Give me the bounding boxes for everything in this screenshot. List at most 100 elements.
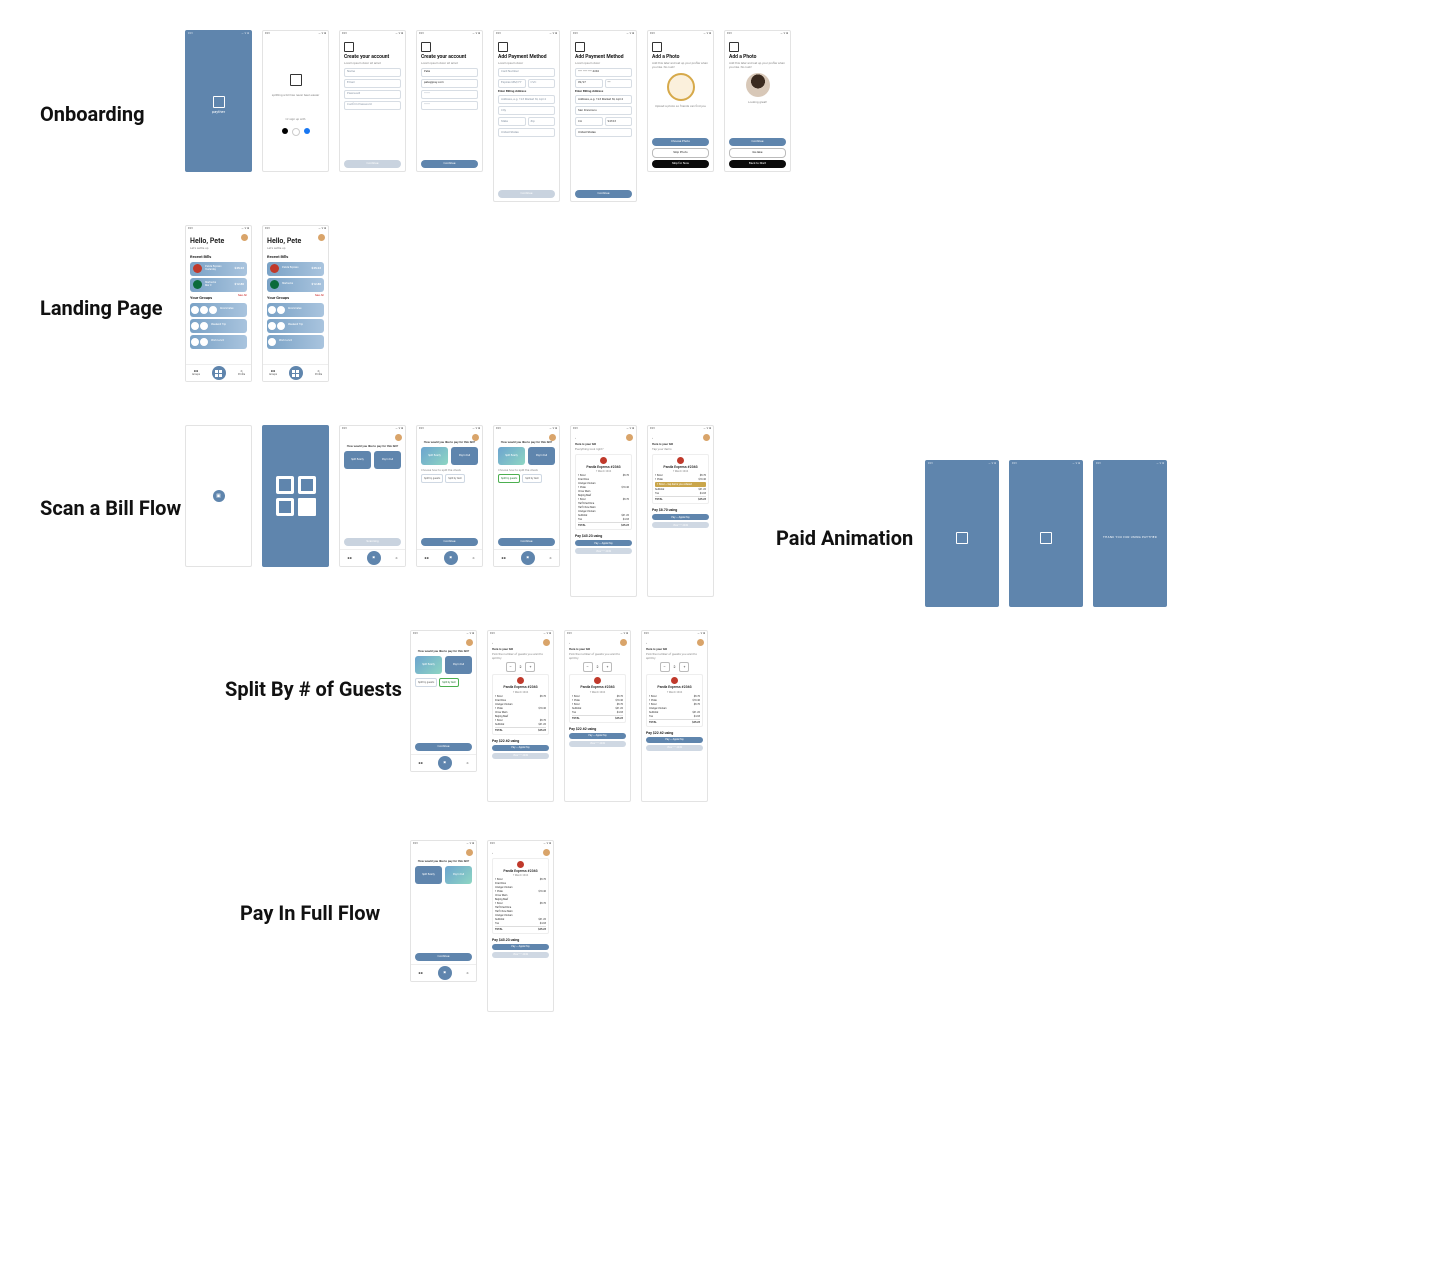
- city-field[interactable]: City: [498, 106, 555, 115]
- confirm-field[interactable]: ••••••: [421, 101, 478, 110]
- guest-minus[interactable]: –: [583, 662, 593, 672]
- pay-full-button[interactable]: Pay In Full: [528, 447, 555, 465]
- address-field[interactable]: Address, e.g. 123 Market St, Apt 4: [575, 95, 632, 104]
- tab-groups[interactable]: ⚉⚉Groups: [192, 370, 200, 376]
- name-field[interactable]: Name: [344, 68, 401, 77]
- applepay-button[interactable]: Pay — Apple Pay: [492, 745, 549, 751]
- tab-scan[interactable]: [212, 366, 226, 380]
- back-button[interactable]: ‹: [569, 642, 626, 646]
- chip-split-item[interactable]: Split by item: [445, 474, 465, 483]
- expiry-field[interactable]: Expires MM/YY: [498, 79, 526, 88]
- bill-card[interactable]: Starbucks$12.80: [267, 278, 324, 292]
- group-card[interactable]: Weekend Trip: [267, 319, 324, 333]
- country-field[interactable]: United States: [498, 128, 555, 137]
- avatar[interactable]: [395, 434, 402, 441]
- tab-profile[interactable]: ⚙Profile: [315, 370, 322, 376]
- group-card[interactable]: Work Lunch: [190, 335, 247, 349]
- line-item[interactable]: 1 Bowl: [655, 474, 663, 477]
- bill-card[interactable]: StarbucksMar 9$12.80: [190, 278, 247, 292]
- email-field[interactable]: Email: [344, 79, 401, 88]
- tab-scan[interactable]: ▣: [521, 551, 535, 565]
- line-item[interactable]: 1 Plate: [655, 478, 663, 481]
- continue-button[interactable]: Continue: [498, 538, 555, 546]
- group-card[interactable]: Roommates: [190, 303, 247, 317]
- cvc-field[interactable]: •••: [605, 79, 633, 88]
- cvc-field[interactable]: CVC: [528, 79, 556, 88]
- back-button[interactable]: ‹: [492, 852, 549, 856]
- tab-profile[interactable]: ⚙: [395, 557, 397, 560]
- chip-split-item[interactable]: Split by item: [439, 678, 459, 687]
- see-all-link[interactable]: See All: [238, 294, 247, 301]
- tab-profile[interactable]: ⚙Profile: [238, 370, 245, 376]
- skip-now-button[interactable]: Skip for Now: [652, 160, 709, 168]
- card-button[interactable]: Visa •••• 4242: [569, 741, 626, 747]
- card-button[interactable]: Visa •••• 4242: [652, 522, 709, 528]
- avatar[interactable]: [472, 434, 479, 441]
- facebook-icon[interactable]: [304, 128, 310, 134]
- state-field[interactable]: CA: [575, 117, 603, 126]
- skip-photo-button[interactable]: Skip Photo: [652, 148, 709, 158]
- continue-button[interactable]: Scanning: [344, 538, 401, 546]
- continue-button[interactable]: Continue: [415, 953, 472, 961]
- cardnumber-field[interactable]: •••• •••• •••• 4242: [575, 68, 632, 77]
- apple-icon[interactable]: [282, 128, 288, 134]
- tab-profile[interactable]: ⚙: [466, 972, 468, 975]
- avatar[interactable]: [703, 434, 710, 441]
- continue-button[interactable]: Continue: [421, 538, 478, 546]
- tab-profile[interactable]: ⚙: [472, 557, 474, 560]
- zip-field[interactable]: Zip: [528, 117, 556, 126]
- avatar[interactable]: [466, 849, 473, 856]
- avatar[interactable]: [543, 639, 550, 646]
- group-card[interactable]: Weekend Trip: [190, 319, 247, 333]
- country-field[interactable]: United States: [575, 128, 632, 137]
- password-field[interactable]: Password: [344, 90, 401, 99]
- tab-groups[interactable]: ⚉⚉: [501, 557, 505, 560]
- avatar[interactable]: [318, 234, 325, 241]
- tab-groups[interactable]: ⚉⚉Groups: [269, 370, 277, 376]
- avatar[interactable]: [620, 639, 627, 646]
- avatar[interactable]: [697, 639, 704, 646]
- group-card[interactable]: Roommates: [267, 303, 324, 317]
- zip-field[interactable]: 94103: [605, 117, 633, 126]
- continue-button[interactable]: Continue: [415, 743, 472, 751]
- state-field[interactable]: State: [498, 117, 526, 126]
- guest-plus[interactable]: +: [525, 662, 535, 672]
- choose-photo-button[interactable]: Choose Photo: [652, 138, 709, 146]
- avatar[interactable]: [626, 434, 633, 441]
- back-start-button[interactable]: Back to Start: [729, 160, 786, 168]
- applepay-button[interactable]: Pay — Apple Pay: [575, 540, 632, 546]
- see-all-link[interactable]: See All: [315, 294, 324, 301]
- continue-button[interactable]: Continue: [729, 138, 786, 146]
- email-field[interactable]: pete@pay.com: [421, 79, 478, 88]
- address-field[interactable]: Address, e.g. 123 Market St, Apt 4: [498, 95, 555, 104]
- tab-scan[interactable]: ▣: [444, 551, 458, 565]
- avatar[interactable]: [241, 234, 248, 241]
- split-evenly-button[interactable]: Split Evenly: [415, 866, 442, 884]
- scan-icon[interactable]: ▣: [213, 490, 225, 502]
- back-button[interactable]: ‹: [492, 642, 549, 646]
- tab-groups[interactable]: ⚉⚉: [418, 762, 422, 765]
- applepay-button[interactable]: Pay — Apple Pay: [652, 514, 709, 520]
- selected-item-highlight[interactable]: 1 Bowl — tap items you ordered: [655, 482, 706, 487]
- chip-split-item[interactable]: Split by item: [522, 474, 542, 483]
- applepay-button[interactable]: Pay — Apple Pay: [492, 944, 549, 950]
- split-evenly-button[interactable]: Split Evenly: [498, 447, 525, 465]
- back-button[interactable]: ‹: [646, 642, 703, 646]
- google-icon[interactable]: [292, 128, 300, 136]
- city-field[interactable]: San Francisco: [575, 106, 632, 115]
- card-button[interactable]: Visa •••• 4242: [575, 548, 632, 554]
- tab-profile[interactable]: ⚙: [549, 557, 551, 560]
- tab-scan[interactable]: ▣: [367, 551, 381, 565]
- confirm-field[interactable]: Confirm Password: [344, 101, 401, 110]
- guest-plus[interactable]: +: [602, 662, 612, 672]
- guest-minus[interactable]: –: [506, 662, 516, 672]
- bill-card[interactable]: Panda ExpressYesterday$45.23: [190, 262, 247, 276]
- tab-scan[interactable]: [289, 366, 303, 380]
- split-evenly-button[interactable]: Split Evenly: [344, 451, 371, 469]
- card-button[interactable]: Visa •••• 4242: [492, 952, 549, 958]
- retake-button[interactable]: Re-take: [729, 148, 786, 158]
- guest-minus[interactable]: –: [660, 662, 670, 672]
- group-card[interactable]: Work Lunch: [267, 335, 324, 349]
- pay-full-button[interactable]: Pay In Full: [445, 656, 472, 674]
- avatar[interactable]: [549, 434, 556, 441]
